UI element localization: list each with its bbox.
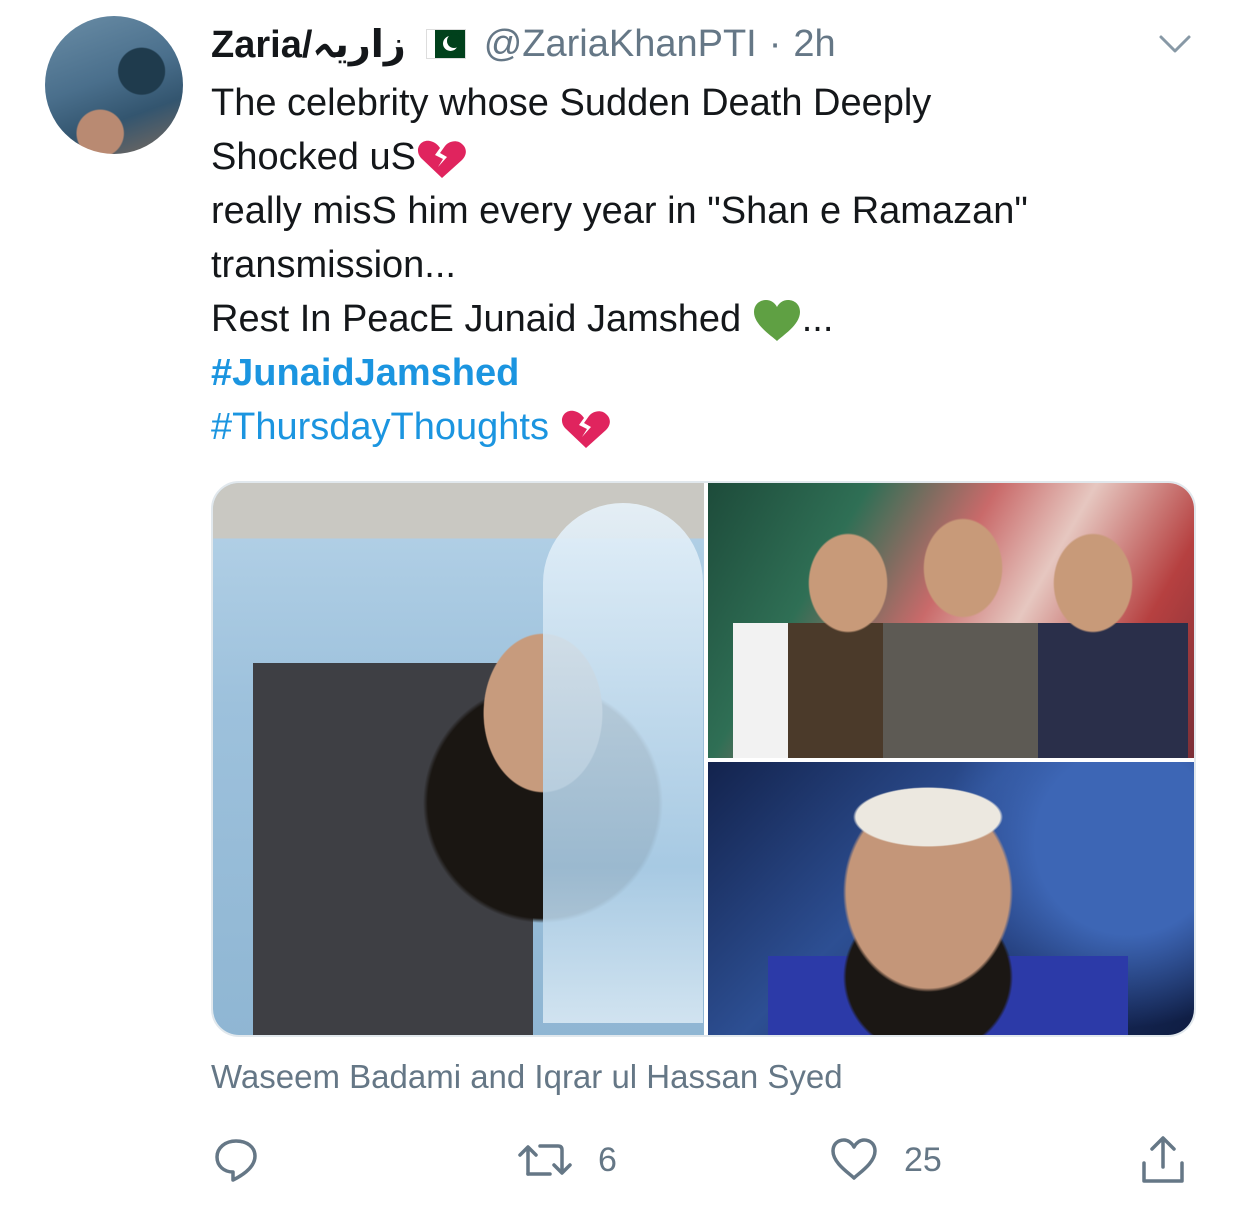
tweet-line-5: Rest In PeacE Junaid Jamshed ... bbox=[211, 292, 1201, 346]
tweet-header: Zaria/زاریہ @ZariaKhanPTI · 2h bbox=[211, 18, 836, 70]
retweet-count: 6 bbox=[598, 1140, 617, 1179]
reply-button[interactable] bbox=[213, 1128, 259, 1192]
media-caption: Waseem Badami and Iqrar ul Hassan Syed bbox=[211, 1058, 843, 1095]
hashtag-thursdaythoughts-line: #ThursdayThoughts bbox=[211, 400, 1201, 454]
tweet-line-5-text: Rest In PeacE Junaid Jamshed bbox=[211, 298, 752, 340]
hashtag-junaidjamshed-line: #JunaidJamshed bbox=[211, 346, 1201, 400]
media-grid bbox=[211, 481, 1196, 1037]
hashtag-junaidjamshed[interactable]: #JunaidJamshed bbox=[211, 352, 519, 394]
share-icon bbox=[1142, 1136, 1184, 1183]
media-photo-1[interactable] bbox=[213, 483, 704, 1035]
author-handle[interactable]: @ZariaKhanPTI bbox=[484, 23, 757, 66]
share-button[interactable] bbox=[1140, 1128, 1186, 1192]
chevron-down-icon[interactable] bbox=[1158, 32, 1192, 56]
like-button[interactable]: 25 bbox=[830, 1128, 942, 1192]
tweet-line-4: transmission... bbox=[211, 244, 456, 286]
separator-dot: · bbox=[768, 22, 782, 65]
tweet-line-1: The celebrity whose Sudden Death Deeply bbox=[211, 82, 932, 124]
pakistan-flag-icon bbox=[425, 29, 466, 59]
action-bar: 6 25 bbox=[0, 1128, 1242, 1192]
hashtag-thursdaythoughts[interactable]: #ThursdayThoughts bbox=[211, 406, 549, 448]
green-heart-icon bbox=[753, 299, 800, 341]
tweet-line-2: Shocked uS bbox=[211, 130, 1201, 184]
tweet-line-2-text: Shocked uS bbox=[211, 136, 416, 178]
timestamp[interactable]: 2h bbox=[793, 23, 835, 66]
retweet-button[interactable]: 6 bbox=[518, 1128, 617, 1192]
like-count: 25 bbox=[904, 1140, 942, 1179]
tweet-text: The celebrity whose Sudden Death Deeply … bbox=[211, 76, 1201, 454]
broken-heart-icon bbox=[417, 140, 466, 178]
retweet-icon bbox=[518, 1144, 572, 1176]
tweet-line-5-ellipsis: ... bbox=[801, 298, 834, 340]
author-name[interactable]: Zaria/زاریہ bbox=[211, 22, 406, 67]
heart-outline-icon bbox=[831, 1138, 877, 1180]
broken-heart-icon bbox=[561, 410, 610, 448]
avatar[interactable] bbox=[45, 16, 183, 154]
tweet-line-3: really misS him every year in "Shan e Ra… bbox=[211, 190, 1028, 232]
reply-icon bbox=[215, 1139, 257, 1182]
media-photo-3[interactable] bbox=[708, 762, 1194, 1035]
media-photo-2[interactable] bbox=[708, 483, 1194, 758]
